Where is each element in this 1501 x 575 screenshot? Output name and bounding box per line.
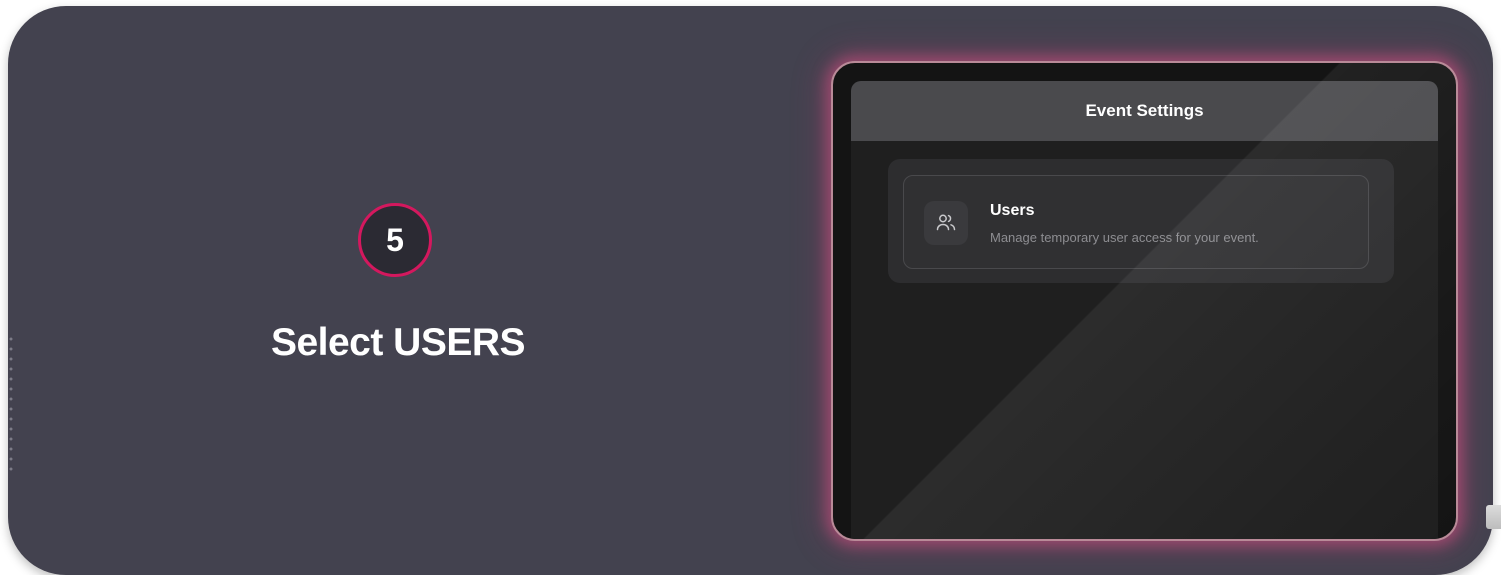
users-icon: [924, 201, 968, 245]
users-menu-item[interactable]: Users Manage temporary user access for y…: [903, 175, 1369, 269]
step-number-badge: 5: [358, 203, 432, 277]
users-menu-item-description: Manage temporary user access for your ev…: [990, 230, 1259, 245]
event-settings-header: Event Settings: [851, 81, 1438, 141]
edge-decoration: [1486, 505, 1501, 529]
settings-panel: Users Manage temporary user access for y…: [888, 159, 1394, 283]
dot-pattern-decoration: [8, 334, 14, 474]
tablet-device-frame: Event Settings Users Manage temporary us…: [831, 61, 1458, 541]
tutorial-step-card: 5 Select USERS Event Settings Users Mana…: [8, 6, 1493, 575]
step-instruction-title: Select USERS: [270, 321, 526, 364]
tablet-screen: Event Settings Users Manage temporary us…: [851, 81, 1438, 539]
users-menu-item-label: Users: [990, 202, 1035, 219]
